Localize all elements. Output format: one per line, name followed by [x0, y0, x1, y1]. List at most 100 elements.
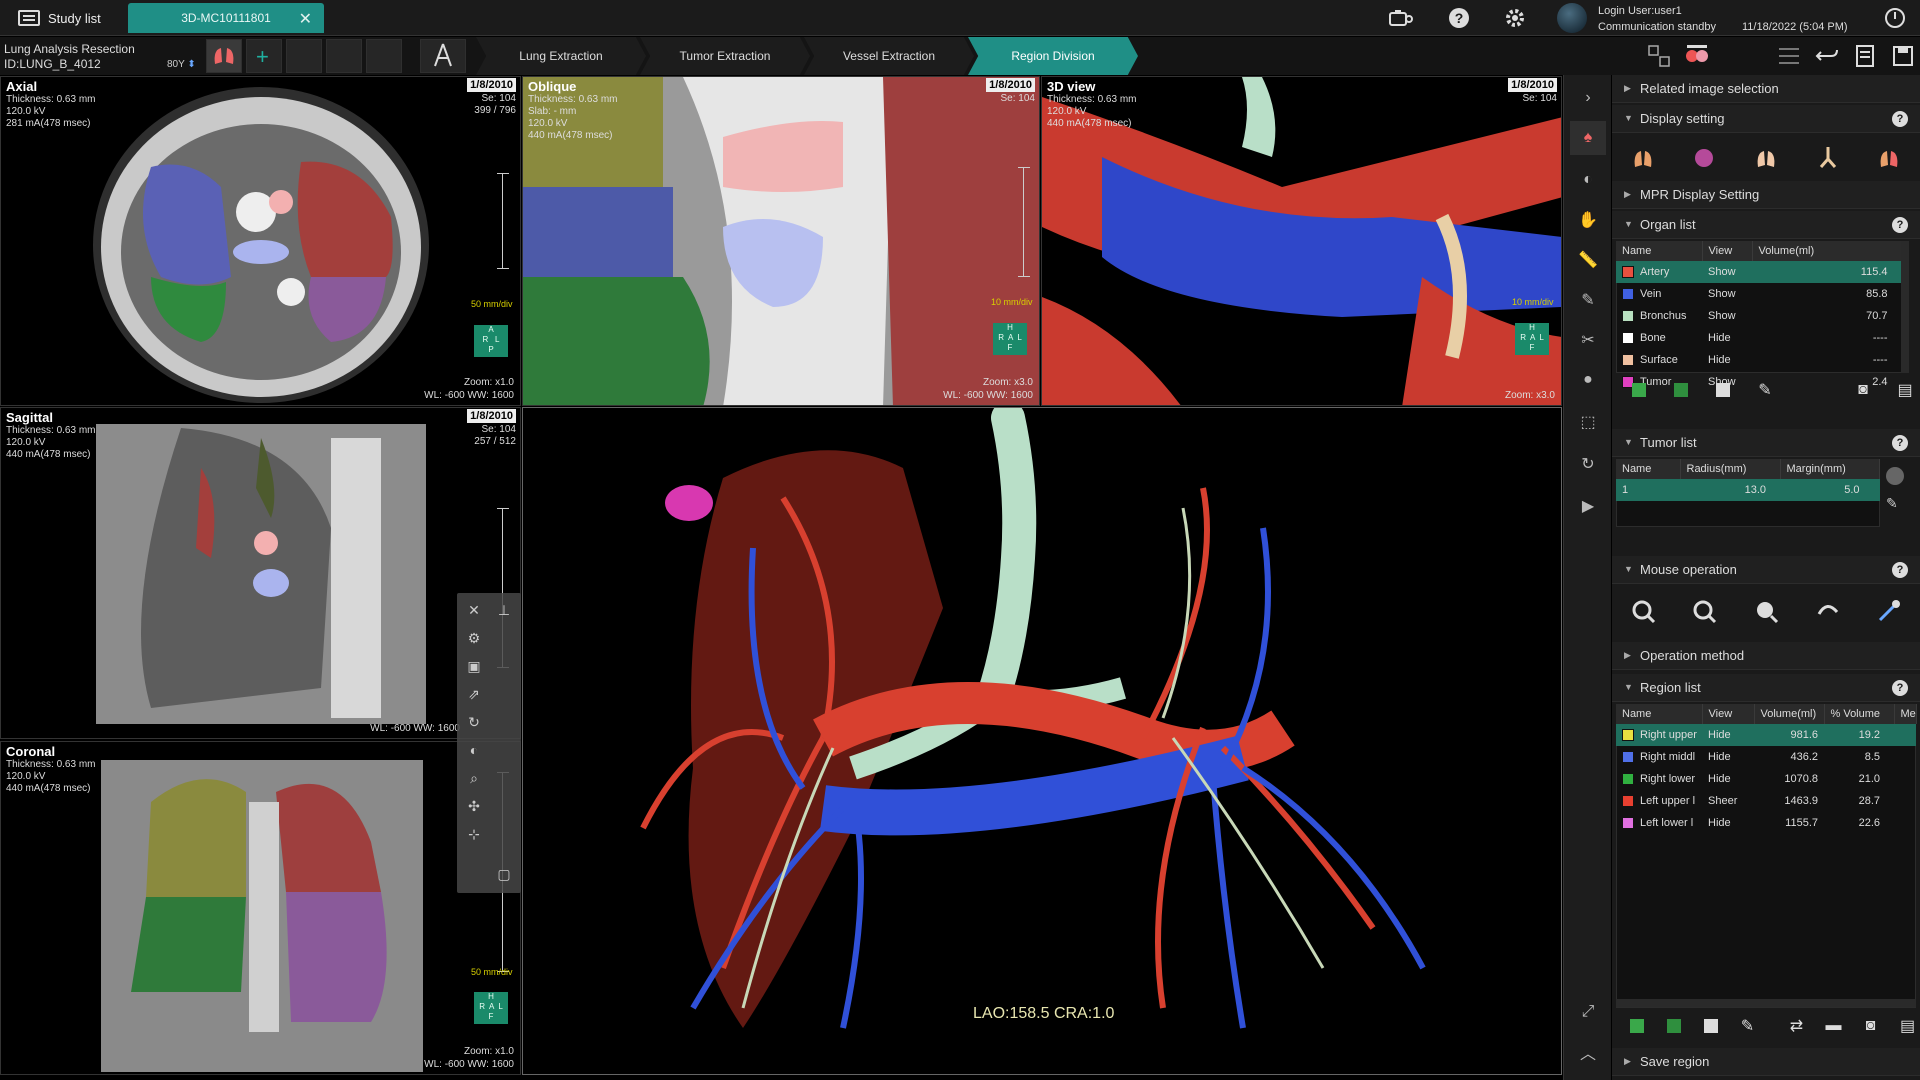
camera-settings-icon[interactable]: [1386, 0, 1416, 36]
operation-method-section[interactable]: ▶ Operation method: [1612, 642, 1920, 670]
lung-tool-button[interactable]: [206, 39, 242, 73]
save-region-section[interactable]: ▶ Save region: [1612, 1048, 1920, 1076]
close-icon[interactable]: ✕: [463, 599, 485, 621]
lungs-icon[interactable]: [1628, 143, 1658, 173]
organ-row-bone[interactable]: Bone Hide ----: [1616, 327, 1908, 349]
lung-view-icon[interactable]: ♠: [1570, 121, 1606, 155]
tumor-edit-icon[interactable]: ✎: [1886, 495, 1898, 512]
save-icon[interactable]: ▤: [1890, 375, 1920, 405]
mouse-zoom-icon[interactable]: [1689, 596, 1719, 626]
undo-all-icon[interactable]: [1812, 41, 1842, 71]
video-icon[interactable]: ▶: [1570, 489, 1606, 523]
cube-icon[interactable]: ⬚: [1570, 405, 1606, 439]
list-icon[interactable]: [1774, 41, 1804, 71]
lungs-outline-icon[interactable]: [1751, 143, 1781, 173]
region-list-hscrollbar[interactable]: [1616, 999, 1916, 1007]
3d-small-viewport[interactable]: 3D view Thickness: 0.63 mm 120.0 kV 440 …: [1041, 76, 1562, 406]
sagittal-viewport[interactable]: Sagittal Thickness: 0.63 mm 120.0 kV 440…: [0, 407, 521, 739]
tumor-add-icon[interactable]: [1886, 467, 1904, 485]
power-icon[interactable]: [1880, 0, 1910, 36]
tool-slot-empty-3[interactable]: [366, 39, 402, 73]
step-region-division[interactable]: Region Division: [968, 37, 1138, 75]
annotation-icon[interactable]: ✎: [1570, 283, 1606, 317]
segment-icon[interactable]: [1682, 41, 1712, 71]
mouse-edit-icon[interactable]: [1874, 596, 1904, 626]
save-icon[interactable]: ▤: [1895, 1011, 1920, 1041]
tumor-row[interactable]: 1 13.0 5.0: [1616, 479, 1880, 501]
sculpt-icon[interactable]: ●: [1570, 363, 1606, 397]
gear-icon[interactable]: ⚙: [463, 627, 485, 649]
help-icon[interactable]: ?: [1892, 435, 1908, 451]
coronal-viewport[interactable]: Coronal Thickness: 0.63 mm 120.0 kV 440 …: [0, 741, 521, 1075]
fullscreen-icon[interactable]: ⤢: [1570, 995, 1606, 1029]
help-icon[interactable]: ?: [1892, 217, 1908, 233]
organ-list-scrollbar[interactable]: [1901, 241, 1909, 373]
all-icon[interactable]: ⊹: [463, 823, 485, 845]
help-icon[interactable]: ?: [1892, 562, 1908, 578]
mouse-pan-icon[interactable]: [1628, 596, 1658, 626]
reset-icon[interactable]: ↻: [463, 711, 485, 733]
camera-icon[interactable]: ▣: [463, 655, 485, 677]
green-cube-icon[interactable]: [1624, 1011, 1649, 1041]
green-cube-icon[interactable]: [1666, 375, 1696, 405]
organ-row-vein[interactable]: Vein Show 85.8: [1616, 283, 1908, 305]
mouse-rotate-icon[interactable]: [1813, 596, 1843, 626]
expand-panel-icon[interactable]: ›: [1570, 81, 1606, 115]
split-icon[interactable]: ⇄: [1784, 1011, 1809, 1041]
edit-icon[interactable]: ✎: [1750, 375, 1780, 405]
main-3d-viewport[interactable]: LAO:158.5 CRA:1.0: [522, 407, 1562, 1075]
help-icon[interactable]: ?: [1892, 680, 1908, 696]
mpr-display-section[interactable]: ▶ MPR Display Setting: [1612, 181, 1920, 209]
display-setting-section[interactable]: ▼ Display setting?: [1612, 105, 1920, 133]
lung-split-icon[interactable]: [1874, 143, 1904, 173]
report-icon[interactable]: [1850, 41, 1880, 71]
region-row-right-upper[interactable]: Right upper Hide 981.6 19.2: [1616, 724, 1916, 746]
contrast-icon[interactable]: ◐: [1570, 163, 1606, 197]
close-tab-icon[interactable]: ✕: [299, 9, 312, 29]
oblique-orientation-cube[interactable]: H R A L F: [993, 323, 1027, 355]
camera-icon[interactable]: ◙: [1858, 1011, 1883, 1041]
tool-slot-empty-2[interactable]: [326, 39, 362, 73]
organ-row-artery[interactable]: Artery Show 115.4: [1616, 261, 1908, 283]
3d-small-orientation-cube[interactable]: H R A L F: [1515, 323, 1549, 355]
green-cube-icon[interactable]: [1661, 1011, 1686, 1041]
ruler-icon[interactable]: 📏: [1570, 243, 1606, 277]
white-cube-icon[interactable]: [1708, 375, 1738, 405]
region-row-right-lower[interactable]: Right lower Hide 1070.8 21.0: [1616, 768, 1916, 790]
contrast-icon[interactable]: ◐: [463, 739, 485, 761]
tool-slot-empty-1[interactable]: [286, 39, 322, 73]
layout-icon[interactable]: [1644, 41, 1674, 71]
export-icon[interactable]: ⇗: [463, 683, 485, 705]
tumor-list-section[interactable]: ▼ Tumor list?: [1612, 429, 1920, 457]
gear-icon[interactable]: [1500, 0, 1530, 36]
step-lung-extraction[interactable]: Lung Extraction: [476, 37, 646, 75]
merge-icon[interactable]: ▬: [1821, 1011, 1846, 1041]
study-tab[interactable]: 3D-MC10111801 ✕: [128, 3, 324, 33]
coronal-orientation-cube[interactable]: H R A L F: [474, 992, 508, 1024]
heart-icon[interactable]: [1689, 143, 1719, 173]
region-list-section[interactable]: ▼ Region list?: [1612, 674, 1920, 702]
region-row-left-lower[interactable]: Left lower l Hide 1155.7 22.6: [1616, 812, 1916, 834]
related-image-section[interactable]: ▶ Related image selection: [1612, 75, 1920, 103]
help-icon[interactable]: ?: [1892, 111, 1908, 127]
white-cube-icon[interactable]: [1698, 1011, 1723, 1041]
measure-tool-button[interactable]: [420, 39, 466, 73]
region-row-left-upper[interactable]: Left upper l Sheer 1463.9 28.7: [1616, 790, 1916, 812]
camera-icon[interactable]: ◙: [1848, 375, 1878, 405]
organ-row-bronchus[interactable]: Bronchus Show 70.7: [1616, 305, 1908, 327]
oblique-viewport[interactable]: Oblique Thickness: 0.63 mm Slab: - mm 12…: [522, 76, 1040, 406]
axial-viewport[interactable]: Axial Thickness: 0.63 mm 120.0 kV 281 mA…: [0, 76, 521, 406]
add-button[interactable]: +: [246, 39, 282, 73]
pan-zoom-icon[interactable]: ✋: [1570, 203, 1606, 237]
mouse-magnify-icon[interactable]: [1751, 596, 1781, 626]
step-tumor-extraction[interactable]: Tumor Extraction: [640, 37, 810, 75]
collapse-up-icon[interactable]: ︿: [1570, 1035, 1606, 1069]
step-vessel-extraction[interactable]: Vessel Extraction: [804, 37, 974, 75]
edit-icon[interactable]: ✎: [1735, 1011, 1760, 1041]
cut-icon[interactable]: ✂: [1570, 323, 1606, 357]
axial-orientation-cube[interactable]: A R L P: [474, 325, 508, 357]
organ-list-section[interactable]: ▼ Organ list?: [1612, 211, 1920, 239]
layout-toggle-icon[interactable]: ▢: [493, 863, 515, 885]
study-list-button[interactable]: Study list: [18, 7, 101, 29]
rotate-xyz-icon[interactable]: ↻: [1570, 447, 1606, 481]
